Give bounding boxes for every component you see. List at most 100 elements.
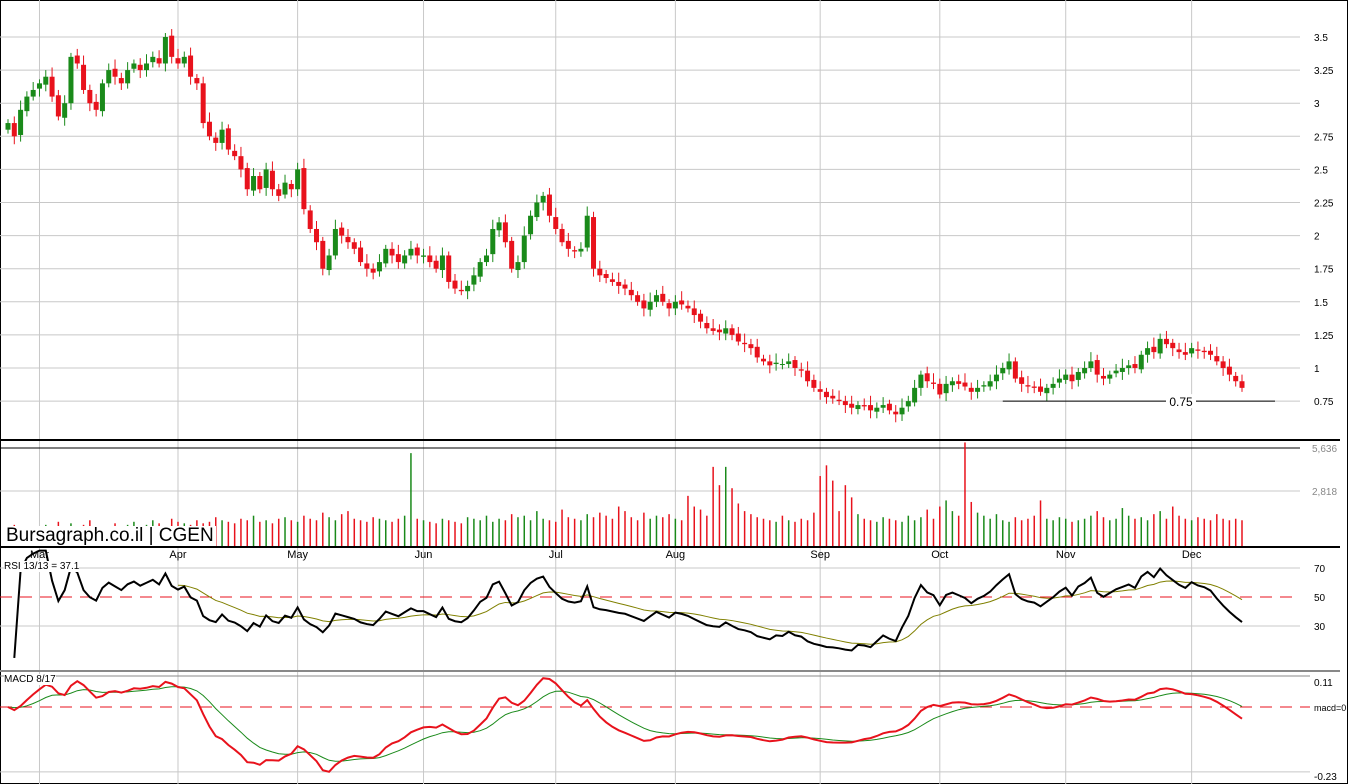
price-tick-label: 1.75 — [1314, 265, 1334, 276]
candle-body — [672, 301, 678, 309]
candle-body — [735, 333, 741, 342]
candle-body — [609, 279, 615, 282]
candle-body — [81, 64, 87, 90]
rsi-tick-label: 70 — [1314, 564, 1326, 575]
candle-body — [685, 305, 691, 309]
candle-body — [584, 215, 590, 248]
candle-body — [641, 300, 647, 309]
candle-body — [496, 222, 502, 231]
month-label: Aug — [666, 549, 686, 561]
candle-body — [647, 301, 653, 310]
candle-body — [395, 254, 401, 263]
candle-body — [528, 215, 534, 235]
candle-body — [1163, 338, 1169, 345]
month-label: Nov — [1056, 549, 1076, 561]
candle-body — [307, 210, 313, 229]
candle-body — [943, 383, 949, 394]
candle-body — [490, 228, 496, 255]
candle-body — [87, 89, 93, 104]
candle-body — [1000, 368, 1006, 374]
candle-body — [345, 236, 351, 243]
candle-body — [811, 379, 817, 388]
candle-body — [1113, 370, 1119, 374]
month-label: Dec — [1182, 549, 1202, 561]
candle-body — [11, 123, 17, 137]
price-tick-label: 2 — [1314, 232, 1320, 243]
candle-body — [742, 342, 748, 345]
rsi-label: RSI 13/13 = 37.1 — [4, 561, 80, 572]
candle-body — [723, 328, 729, 334]
candle-body — [1208, 350, 1214, 355]
candle-body — [1126, 365, 1132, 368]
candle-body — [175, 58, 181, 64]
candle-body — [131, 63, 137, 69]
candle-body — [358, 247, 364, 263]
candle-body — [534, 202, 540, 218]
price-tick-label: 1.25 — [1314, 331, 1334, 342]
candle-body — [710, 328, 716, 331]
candle-body — [842, 401, 848, 406]
candle-body — [798, 369, 804, 371]
price-tick-label: 1 — [1314, 364, 1320, 375]
candle-body — [981, 385, 987, 387]
candle-body — [905, 401, 911, 407]
candle-body — [251, 176, 257, 191]
rsi-signal-line — [177, 580, 1243, 645]
candle-body — [792, 360, 798, 368]
candle-body — [1182, 352, 1188, 355]
candle-body — [716, 329, 722, 333]
candle-body — [376, 262, 382, 272]
candle-body — [402, 255, 408, 264]
candle-body — [30, 89, 36, 97]
candle-body — [118, 78, 124, 84]
candle-body — [452, 280, 458, 289]
candle-body — [137, 64, 143, 71]
candle-body — [993, 374, 999, 382]
candle-body — [1012, 361, 1018, 379]
candle-body — [1151, 346, 1157, 353]
candle-body — [515, 262, 521, 271]
volume-tick-label: 5,636 — [1312, 444, 1337, 455]
candle-body — [370, 268, 376, 273]
month-label: Jun — [415, 549, 433, 561]
candle-body — [931, 382, 936, 384]
candle-body — [729, 328, 735, 335]
candle-body — [1019, 377, 1025, 384]
candle-body — [276, 189, 282, 196]
candle-body — [181, 56, 187, 64]
candle-body — [263, 169, 269, 188]
candle-body — [206, 121, 212, 137]
candle-body — [43, 76, 49, 85]
candle-body — [880, 405, 886, 408]
candle-body — [1233, 375, 1239, 382]
candle-body — [962, 382, 968, 387]
macd-tick-label: -0.23 — [1314, 772, 1337, 783]
candle-body — [874, 407, 880, 412]
candle-body — [1094, 360, 1100, 375]
candle-body — [521, 235, 527, 263]
month-label: Sep — [810, 549, 830, 561]
candle-body — [244, 168, 250, 190]
candle-body — [238, 156, 244, 170]
candle-body — [559, 228, 565, 243]
candle-body — [849, 403, 855, 408]
candle-body — [446, 255, 452, 282]
candle-body — [93, 101, 99, 110]
stock-chart: Mar Apr May Jun Jul Aug Sep Oct Nov Dec 3.5 3.25 3 2.… — [0, 0, 1349, 784]
candle-body — [773, 362, 779, 365]
candle-body — [232, 150, 238, 157]
candle-body — [754, 346, 760, 358]
chart-canvas: Mar Apr May Jun Jul Aug Sep Oct Nov Dec3.53.2532.… — [0, 0, 1348, 784]
candle-body — [949, 381, 955, 386]
candle-body — [477, 262, 483, 277]
candle-body — [987, 381, 993, 387]
candle-body — [830, 395, 836, 399]
candle-body — [55, 95, 61, 117]
candle-body — [1088, 361, 1094, 368]
candle-body — [213, 137, 219, 143]
candle-body — [1044, 387, 1050, 394]
candle-body — [465, 285, 471, 292]
candle-body — [162, 37, 168, 64]
candle-body — [1189, 348, 1195, 354]
candle-body — [868, 405, 874, 411]
